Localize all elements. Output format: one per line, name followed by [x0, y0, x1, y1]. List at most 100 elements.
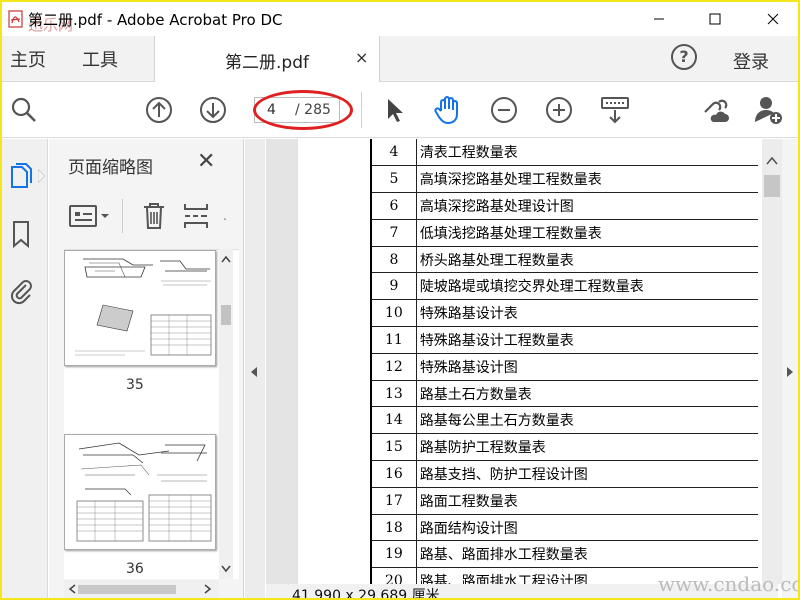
row-number: 7: [369, 219, 417, 247]
delete-page-icon[interactable]: [141, 201, 167, 231]
page-down-icon[interactable]: [197, 94, 229, 126]
contents-row: 4 清表工程数量表: [369, 139, 758, 167]
contents-row: 15 路基防护工程数量表: [369, 433, 758, 462]
row-title: 路基防护工程数量表: [416, 433, 758, 462]
window-title: 第二册.pdf - Adobe Acrobat Pro DC: [28, 11, 283, 29]
collapse-left-arrow-icon[interactable]: [245, 365, 265, 379]
contents-row: 6 高填深挖路基处理设计图: [369, 192, 758, 220]
document-tab-close-button[interactable]: ×: [355, 48, 368, 67]
contents-row: 19 路基、路面排水工程数量表: [369, 540, 758, 569]
link-cloud-icon[interactable]: [699, 94, 731, 126]
row-title: 高填深挖路基处理工程数量表: [416, 165, 758, 194]
row-number: 15: [369, 433, 417, 462]
thumbnail-hscrollbar[interactable]: [64, 580, 219, 598]
page-up-icon[interactable]: [143, 94, 175, 126]
menu-home[interactable]: 主页: [10, 46, 46, 72]
document-tab[interactable]: 第二册.pdf ×: [154, 36, 380, 82]
keyboard-scroll-icon[interactable]: [599, 94, 631, 126]
row-title: 低填浅挖路基处理工程数量表: [416, 219, 758, 247]
panel-close-button[interactable]: ✕: [197, 149, 215, 174]
contents-row: 10 特殊路基设计表: [369, 299, 758, 328]
row-number: 10: [369, 299, 417, 328]
bookmarks-icon[interactable]: [8, 219, 34, 249]
thumbnail-scrollbar[interactable]: [219, 249, 233, 579]
hand-tool-icon[interactable]: [432, 94, 464, 126]
select-cursor-icon[interactable]: [379, 94, 411, 126]
contents-row: 8 桥头路基处理工程数量表: [369, 246, 758, 274]
page-thumbnails-icon[interactable]: [8, 161, 34, 191]
page-size-label: 41.990 x 29.689 厘米: [292, 588, 440, 600]
zoom-in-icon[interactable]: [543, 94, 575, 126]
contents-row: 16 路基支挡、防护工程设计图: [369, 460, 758, 488]
row-number: 5: [369, 165, 417, 194]
menu-tools[interactable]: 工具: [82, 46, 118, 72]
thumbnail-scroll-thumb[interactable]: [221, 305, 231, 325]
more-tools-indicator[interactable]: .: [223, 209, 227, 223]
pdf-page: 4 清表工程数量表 5 高填深挖路基处理工程数量表 6 高填深挖路基处理设计图 7 低填浅挖路…: [298, 139, 758, 584]
row-number: 14: [369, 406, 417, 435]
thumbnail-label-36: 36: [126, 561, 144, 577]
app-window: 迅乐网 第二册.pdf - Adobe Acrobat Pro DC 主页 工具…: [0, 0, 800, 600]
row-title: 路基、路面排水工程数量表: [416, 540, 758, 569]
login-button[interactable]: 登录: [733, 48, 769, 74]
thumbnail-list: 35 36: [64, 249, 239, 579]
toolbar: 4 / 285: [2, 82, 798, 138]
row-number: 18: [369, 514, 417, 542]
row-number: 12: [369, 353, 417, 381]
thumbnail-35-preview: [75, 258, 212, 356]
thumbnail-page-36[interactable]: [64, 434, 216, 550]
row-number: 6: [369, 192, 417, 220]
right-collapse-column: [782, 139, 798, 598]
contents-row: 11 特殊路基设计工程数量表: [369, 326, 758, 354]
row-title: 清表工程数量表: [416, 139, 758, 167]
row-title: 高填深挖路基处理设计图: [416, 192, 758, 220]
row-number: 9: [369, 272, 417, 301]
help-button[interactable]: ?: [671, 44, 697, 70]
row-number: 19: [369, 540, 417, 569]
acrobat-app-icon[interactable]: [8, 10, 24, 28]
minimize-button[interactable]: [636, 2, 682, 36]
row-title: 路基支挡、防护工程设计图: [416, 460, 758, 488]
thumbnail-options-icon[interactable]: [69, 203, 113, 229]
title-bar: 迅乐网 第二册.pdf - Adobe Acrobat Pro DC: [2, 2, 798, 36]
document-tab-label: 第二册.pdf: [225, 53, 309, 73]
scroll-right-arrow-icon[interactable]: [200, 582, 214, 596]
collapse-right-arrow-icon[interactable]: [782, 365, 798, 379]
contents-row: 5 高填深挖路基处理工程数量表: [369, 165, 758, 194]
row-number: 17: [369, 487, 417, 515]
row-title: 路基土石方数量表: [416, 380, 758, 408]
row-number: 8: [369, 246, 417, 274]
scroll-down-arrow-icon[interactable]: [219, 561, 233, 575]
left-nav-rail: [2, 139, 48, 598]
menu-tab-bar: 主页 工具 第二册.pdf × ? 登录: [2, 36, 798, 82]
add-user-icon[interactable]: [753, 94, 785, 126]
document-view[interactable]: 4 清表工程数量表 5 高填深挖路基处理工程数量表 6 高填深挖路基处理设计图 7 低填浅挖路…: [266, 139, 758, 584]
row-title: 路基每公里土石方数量表: [416, 406, 758, 435]
contents-row: 7 低填浅挖路基处理工程数量表: [369, 219, 758, 247]
site-watermark: www.cndao.com: [658, 572, 798, 596]
thumbnail-hscroll-thumb[interactable]: [78, 585, 176, 594]
thumbnail-label-35: 35: [126, 377, 144, 393]
panel-tools-divider: [122, 199, 123, 233]
zoom-out-icon[interactable]: [488, 94, 520, 126]
contents-row: 12 特殊路基设计图: [369, 353, 758, 381]
document-scrollbar[interactable]: [762, 139, 782, 584]
row-number: 13: [369, 380, 417, 408]
thumbnail-36-preview: [76, 442, 212, 542]
contents-row: 9 陡坡路堤或填挖交界处理工程数量表: [369, 272, 758, 301]
thumbnail-page-35[interactable]: [64, 250, 216, 366]
scroll-up-arrow-icon[interactable]: [219, 253, 233, 267]
maximize-button[interactable]: [692, 2, 738, 36]
contents-row: 17 路面工程数量表: [369, 487, 758, 515]
row-title: 特殊路基设计表: [416, 299, 758, 328]
close-window-button[interactable]: [750, 2, 796, 36]
close-icon: [767, 13, 779, 25]
attachments-icon[interactable]: [8, 275, 34, 305]
doc-scroll-thumb[interactable]: [764, 175, 780, 197]
row-number: 20: [369, 567, 417, 584]
row-title: 桥头路基处理工程数量表: [416, 246, 758, 274]
search-icon[interactable]: [8, 94, 40, 126]
doc-scroll-up-icon[interactable]: [762, 153, 782, 169]
extract-pages-icon[interactable]: [183, 201, 209, 231]
row-title: 特殊路基设计图: [416, 353, 758, 381]
